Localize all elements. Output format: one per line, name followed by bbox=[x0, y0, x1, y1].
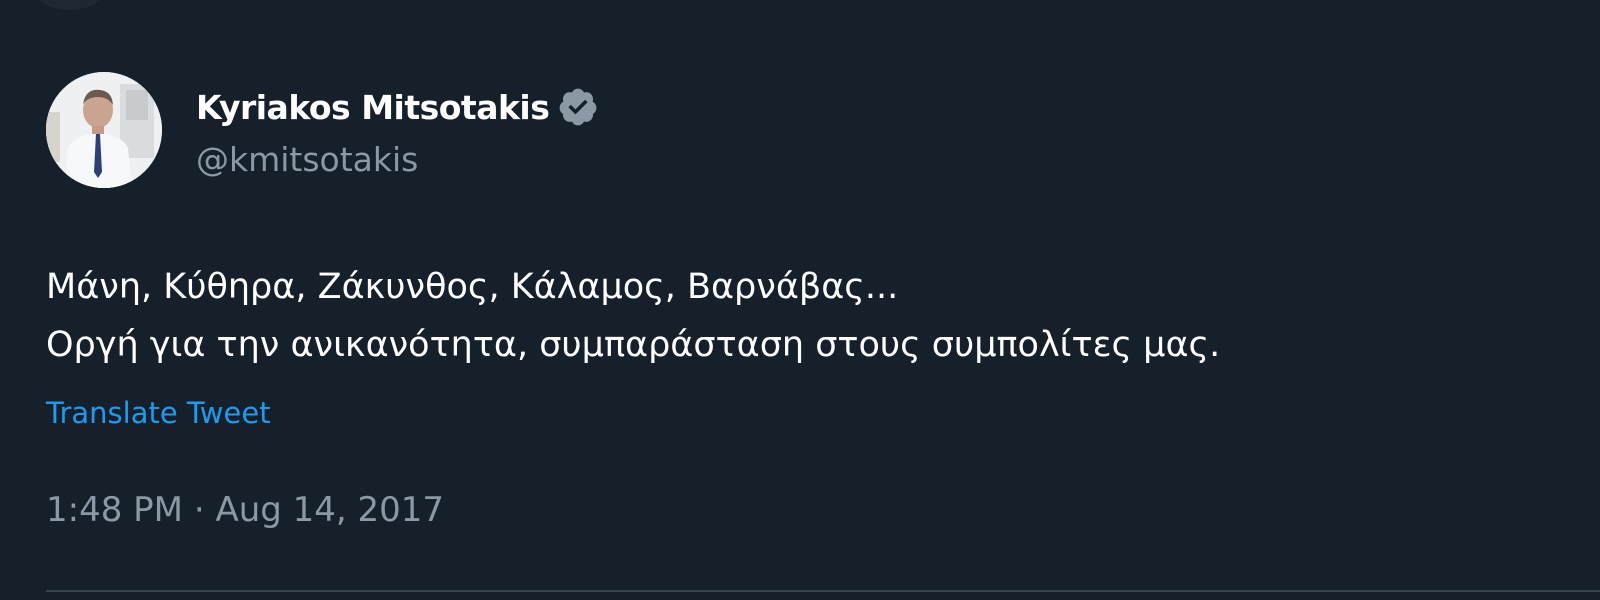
tweet-card: Kyriakos Mitsotakis @kmitsotakis Μάνη, Κ… bbox=[0, 0, 1600, 600]
tweet-date: Aug 14, 2017 bbox=[215, 490, 445, 530]
previous-tweet-avatar bbox=[26, 0, 114, 10]
display-name[interactable]: Kyriakos Mitsotakis bbox=[196, 88, 550, 127]
verified-badge-icon bbox=[559, 88, 597, 126]
user-handle[interactable]: @kmitsotakis bbox=[196, 140, 599, 179]
divider bbox=[46, 590, 1600, 592]
tweet-text: Μάνη, Κύθηρα, Ζάκυνθος, Κάλαμος, Βαρνάβα… bbox=[46, 258, 1220, 374]
timestamp-separator: · bbox=[193, 490, 205, 530]
avatar[interactable] bbox=[46, 72, 162, 188]
profile-photo-icon bbox=[46, 72, 162, 188]
user-info: Kyriakos Mitsotakis @kmitsotakis bbox=[196, 82, 599, 179]
tweet-text-line-2: Οργή για την ανικανότητα, συμπαράσταση σ… bbox=[46, 325, 1221, 365]
tweet-time: 1:48 PM bbox=[46, 490, 183, 530]
name-row: Kyriakos Mitsotakis bbox=[196, 82, 599, 132]
translate-tweet-link[interactable]: Translate Tweet bbox=[46, 396, 271, 430]
timestamp[interactable]: 1:48 PM · Aug 14, 2017 bbox=[46, 490, 444, 530]
tweet-text-line-1: Μάνη, Κύθηρα, Ζάκυνθος, Κάλαμος, Βαρνάβα… bbox=[46, 267, 899, 307]
